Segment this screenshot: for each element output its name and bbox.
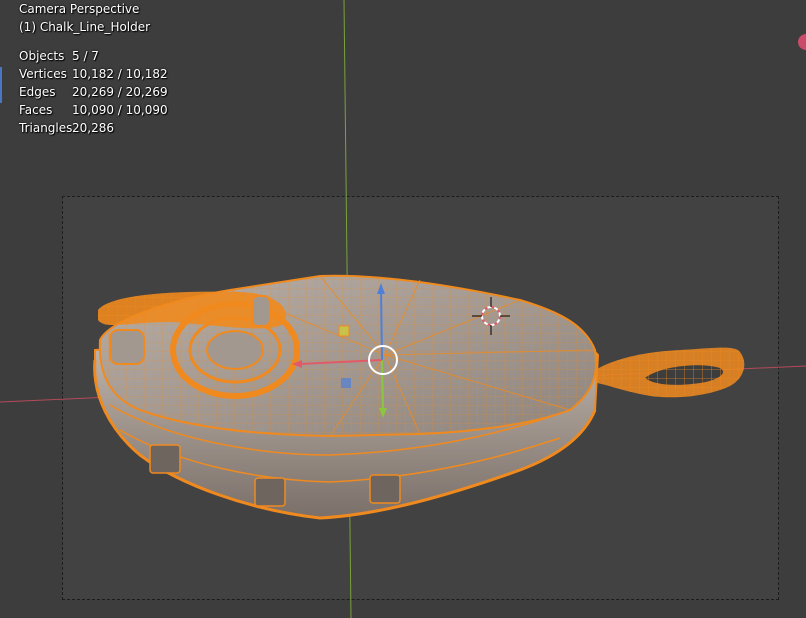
stat-objects: Objects 5 / 7 (19, 49, 99, 63)
region-edge-indicator (0, 67, 2, 103)
stat-vertices: Vertices 10,182 / 10,182 (19, 67, 168, 81)
scene-statistics: Objects 5 / 7 Vertices 10,182 / 10,182 E… (19, 47, 168, 137)
viewport-info-overlay: Camera Perspective (1) Chalk_Line_Holder… (19, 0, 168, 137)
view-name: Camera Perspective (19, 2, 140, 16)
3d-viewport[interactable]: Camera Perspective (1) Chalk_Line_Holder… (0, 0, 806, 618)
active-object-name: (1) Chalk_Line_Holder (19, 20, 151, 34)
stat-triangles: Triangles 20,286 (19, 121, 114, 135)
stat-faces: Faces 10,090 / 10,090 (19, 103, 168, 117)
hook-ring-mesh[interactable] (592, 347, 745, 398)
stat-edges: Edges 20,269 / 20,269 (19, 85, 168, 99)
